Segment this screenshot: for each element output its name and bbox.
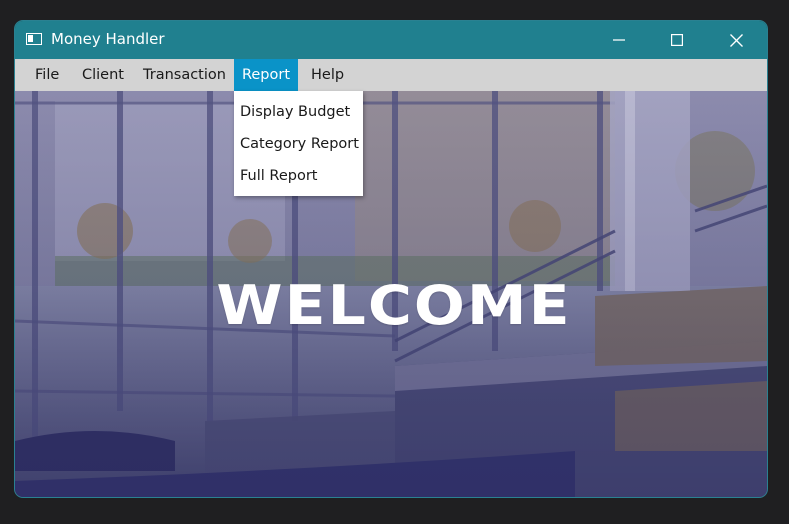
menu-item-category-report[interactable]: Category Report [234,128,363,160]
title-bar[interactable]: Money Handler [15,21,767,59]
menu-item-display-budget[interactable]: Display Budget [234,96,363,128]
menu-transaction[interactable]: Transaction [133,59,236,91]
menu-report[interactable]: Report [234,59,298,91]
menu-bar: File Client Transaction Report Help [15,59,767,91]
menu-item-full-report[interactable]: Full Report [234,160,363,192]
minimize-icon [613,39,625,41]
close-icon [729,33,743,47]
menu-file[interactable]: File [25,59,69,91]
maximize-button[interactable] [654,21,700,59]
report-dropdown-menu: Display Budget Category Report Full Repo… [234,91,363,196]
welcome-heading: WELCOME [15,275,767,338]
welcome-text: WELCOME [216,274,572,338]
minimize-button[interactable] [596,21,642,59]
welcome-background: WELCOME [15,91,767,497]
menu-client[interactable]: Client [72,59,134,91]
window-title: Money Handler [51,30,165,48]
maximize-icon [671,34,683,46]
window-icon [26,33,42,45]
menu-help[interactable]: Help [301,59,354,91]
close-button[interactable] [713,21,759,59]
app-window: Money Handler File Client Transaction Re… [15,21,767,497]
